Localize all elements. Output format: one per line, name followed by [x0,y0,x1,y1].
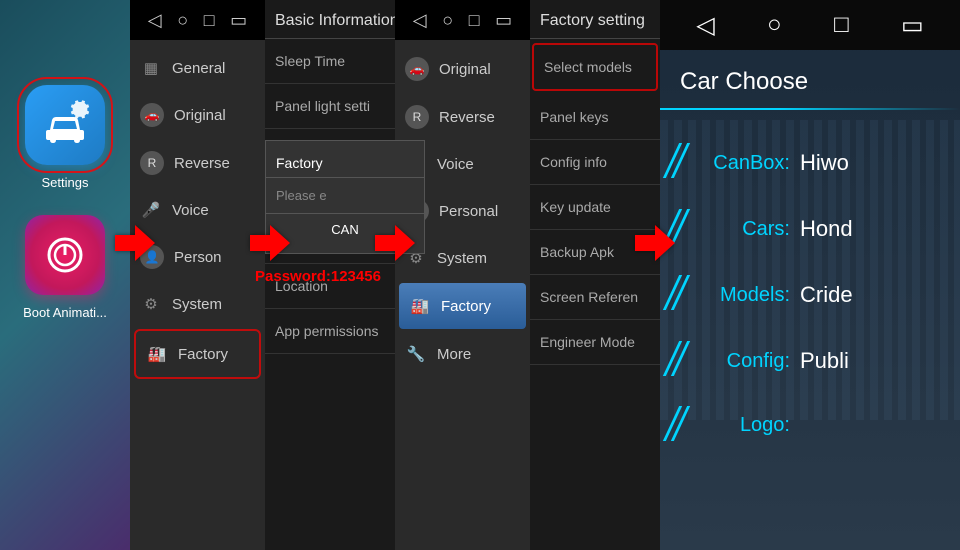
panel-title: Basic Information [265,0,395,39]
reverse-icon: R [405,105,429,129]
mic-icon: 🎤 [140,199,162,221]
reverse-icon: R [140,151,164,175]
home-icon[interactable]: ○ [177,10,188,31]
menu-reverse[interactable]: RReverse [395,93,530,141]
row-config[interactable]: Config: Publi [660,328,960,394]
item-sleep-time[interactable]: Sleep Time [265,39,395,84]
boot-app-icon [25,215,105,295]
car-choose-panel: ◁ ○ □ ▭ Car Choose CanBox: Hiwo Cars: Ho… [660,0,960,550]
back-icon[interactable]: ◁ [413,10,427,31]
item-engineer-mode[interactable]: Engineer Mode [530,320,660,365]
menu-factory[interactable]: 🏭Factory [134,329,261,379]
password-hint: Password:123456 [255,268,381,285]
settings-menu-panel: ◁ ○ □ ▭ ▦General 🚗Original RReverse 🎤Voi… [130,0,265,550]
config-label: Config: [680,350,800,373]
power-icon [43,233,87,277]
status-bar: ◁ ○ □ ▭ [660,0,960,50]
recent-icon[interactable]: □ [204,10,215,31]
factory-settings-panel: Factory setting Select models Panel keys… [530,0,660,550]
car-icon: 🚗 [140,103,164,127]
config-value: Hond [800,216,940,242]
home-icon[interactable]: ○ [442,10,453,31]
config-label: Logo: [680,414,800,437]
slash-icon [665,406,695,446]
settings-app-icon [25,85,105,165]
status-bar: ◁ ○ □ ▭ [395,0,530,40]
gear-icon: ⚙ [140,293,162,315]
settings-menu-panel-2: ◁ ○ □ ▭ 🚗Original RReverse 🎤Voice 👤Perso… [395,0,530,550]
arrow-icon [250,225,290,266]
row-canbox[interactable]: CanBox: Hiwo [660,130,960,196]
config-value: Publi [800,348,940,374]
menu-factory[interactable]: 🏭Factory [399,283,526,329]
wrench-icon: 🔧 [405,343,427,365]
item-app-permissions[interactable]: App permissions [265,309,395,354]
menu-original[interactable]: 🚗Original [130,91,265,139]
config-label: Cars: [680,218,800,241]
menu-general[interactable]: ▦General [130,45,265,91]
menu-more[interactable]: 🔧More [395,331,530,377]
menu-system[interactable]: ⚙System [130,281,265,327]
arrow-icon [375,225,415,266]
building-icon: 🏭 [146,343,168,365]
slash-icon [665,143,695,183]
item-config-info[interactable]: Config info [530,140,660,185]
arrow-icon [115,225,155,266]
car-icon: 🚗 [405,57,429,81]
arrow-icon [635,225,675,266]
status-bar: ◁ ○ □ ▭ [130,0,265,40]
settings-menu: ▦General 🚗Original RReverse 🎤Voice 👤Pers… [130,40,265,379]
home-icon[interactable]: ○ [767,11,782,39]
picture-icon[interactable]: ▭ [901,11,924,40]
item-panel-keys[interactable]: Panel keys [530,95,660,140]
gear-icon [69,97,91,119]
password-input[interactable]: Please e [266,178,424,214]
back-icon[interactable]: ◁ [148,10,162,31]
slash-icon [665,275,695,315]
back-icon[interactable]: ◁ [696,11,714,40]
title-underline [660,108,960,110]
config-label: CanBox: [680,152,800,175]
item-screen-reference[interactable]: Screen Referen [530,275,660,320]
app-boot-animation[interactable]: Boot Animati... [0,215,130,320]
row-logo[interactable]: Logo: [660,394,960,457]
dialog-title: Factory [266,149,424,178]
picture-icon[interactable]: ▭ [495,10,512,31]
item-key-update[interactable]: Key update [530,185,660,230]
home-panel: Settings Boot Animati... [0,0,130,550]
picture-icon[interactable]: ▭ [230,10,247,31]
menu-reverse[interactable]: RReverse [130,139,265,187]
basic-info-panel: Basic Information Sleep Time Panel light… [265,0,395,550]
app-settings[interactable]: Settings [0,85,130,190]
item-select-models[interactable]: Select models [532,43,658,91]
item-panel-light[interactable]: Panel light setti [265,84,395,129]
grid-icon: ▦ [140,57,162,79]
recent-icon[interactable]: □ [834,11,849,39]
building-icon: 🏭 [409,295,431,317]
config-label: Models: [680,284,800,307]
config-value: Hiwo [800,150,940,176]
app-label: Boot Animati... [23,305,107,320]
recent-icon[interactable]: □ [469,10,480,31]
row-cars[interactable]: Cars: Hond [660,196,960,262]
panel-title: Factory setting [530,0,660,39]
page-title: Car Choose [660,50,960,108]
slash-icon [665,341,695,381]
menu-original[interactable]: 🚗Original [395,45,530,93]
app-label: Settings [42,175,89,190]
config-value: Cride [800,282,940,308]
row-models[interactable]: Models: Cride [660,262,960,328]
